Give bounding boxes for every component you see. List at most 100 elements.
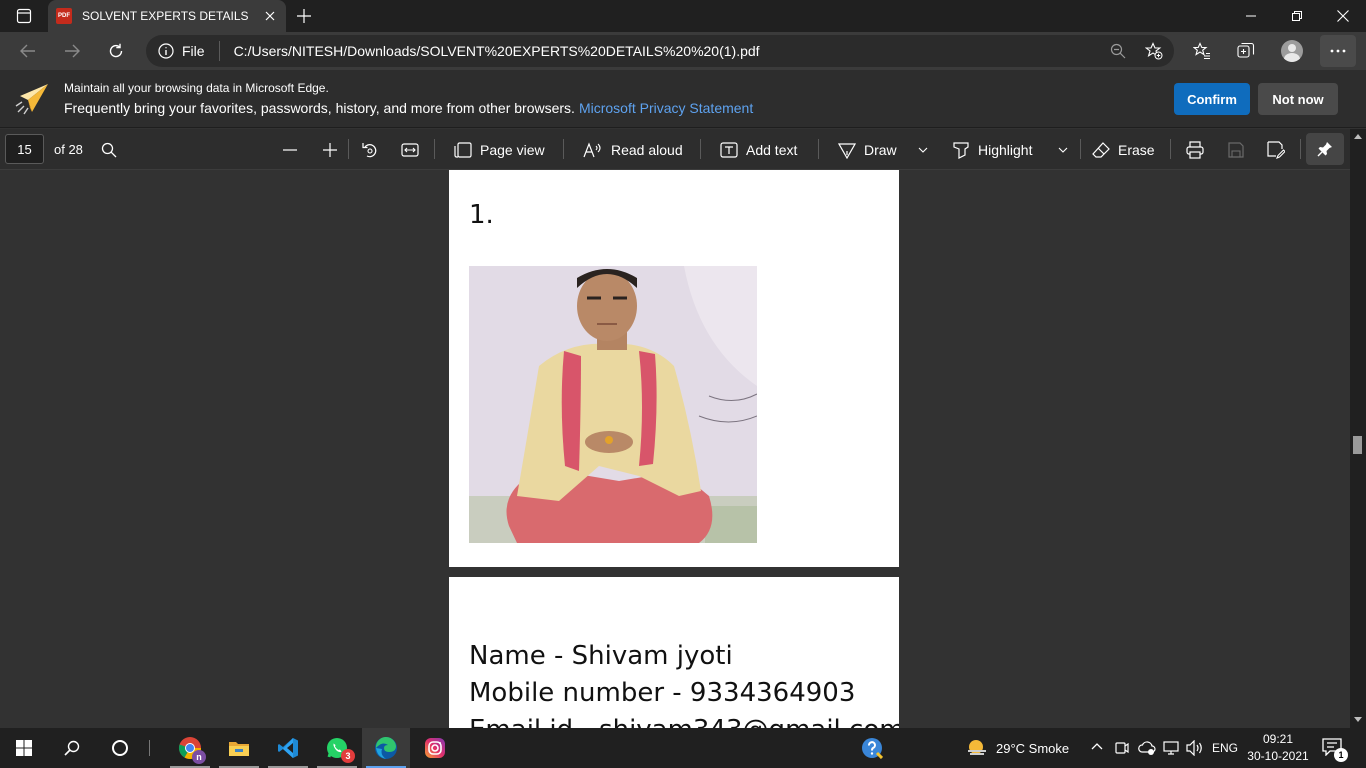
search-button[interactable] (48, 728, 96, 768)
cortana-ring-icon (112, 740, 128, 756)
avatar (1281, 40, 1303, 62)
add-text-button[interactable]: Add text (720, 136, 797, 164)
edge-app[interactable] (362, 728, 410, 768)
url-scheme-label: File (182, 43, 205, 59)
more-horizontal-icon (1330, 49, 1346, 53)
favorites-list-icon (1193, 42, 1210, 60)
email-line: Email id - shivam343@gmail.com (469, 715, 899, 728)
save-as-button[interactable] (1264, 138, 1288, 162)
url-text[interactable]: C:/Users/NITESH/Downloads/SOLVENT%20EXPE… (234, 43, 760, 59)
zoom-out-button[interactable] (278, 138, 302, 162)
pin-toolbar-button[interactable] (1306, 133, 1344, 165)
browser-tab[interactable]: PDF SOLVENT EXPERTS DETAILS (1).pdf (48, 0, 286, 32)
zoom-out-indicator[interactable] (1108, 41, 1128, 61)
read-aloud-label: Read aloud (611, 142, 683, 158)
tab-actions-icon (16, 8, 32, 24)
rotate-button[interactable] (358, 138, 382, 162)
address-bar[interactable]: File C:/Users/NITESH/Downloads/SOLVENT%2… (146, 35, 1174, 67)
star-add-icon (1145, 42, 1163, 60)
search-icon (101, 142, 117, 158)
cloud-sync-icon[interactable] (1138, 740, 1156, 756)
banner-heading: Maintain all your browsing data in Micro… (64, 81, 329, 95)
privacy-statement-link[interactable]: Microsoft Privacy Statement (579, 100, 753, 116)
vertical-scrollbar[interactable] (1350, 129, 1366, 728)
chrome-app[interactable]: n (166, 728, 214, 768)
minus-icon (283, 149, 297, 151)
zoom-in-button[interactable] (318, 138, 342, 162)
settings-and-more-button[interactable] (1320, 35, 1356, 67)
confirm-button[interactable]: Confirm (1174, 83, 1250, 115)
edge-icon (375, 736, 397, 759)
save-icon (1228, 142, 1244, 158)
paper-plane-icon (14, 82, 50, 116)
highlighter-icon (953, 142, 969, 159)
action-center-button[interactable]: 1 (1322, 738, 1348, 762)
print-button[interactable] (1183, 138, 1207, 162)
save-button[interactable] (1224, 138, 1248, 162)
show-hidden-icons-button[interactable] (1091, 742, 1103, 750)
toolbar-divider (434, 139, 435, 159)
scroll-up-arrow[interactable] (1350, 129, 1366, 143)
minimize-button[interactable] (1228, 0, 1274, 32)
network-icon[interactable] (1162, 740, 1180, 756)
refresh-button[interactable] (100, 35, 132, 67)
restore-button[interactable] (1274, 0, 1320, 32)
pin-icon (1317, 142, 1332, 157)
title-bar: PDF SOLVENT EXPERTS DETAILS (1).pdf (0, 0, 1366, 32)
forward-button[interactable] (56, 35, 88, 67)
weather-text[interactable]: 29°C Smoke (996, 741, 1069, 756)
highlight-options-dropdown[interactable] (1051, 138, 1075, 162)
input-language[interactable]: ENG (1212, 741, 1238, 755)
collections-button[interactable] (1230, 35, 1262, 67)
import-data-banner: Maintain all your browsing data in Micro… (0, 70, 1366, 128)
instagram-app[interactable] (411, 728, 459, 768)
read-aloud-button[interactable]: Read aloud (583, 136, 683, 164)
tab-title: SOLVENT EXPERTS DETAILS (1).pdf (82, 9, 252, 23)
not-now-button[interactable]: Not now (1258, 83, 1338, 115)
cortana-button[interactable] (96, 728, 144, 768)
meet-now-icon[interactable] (1115, 740, 1129, 756)
collections-icon (1237, 42, 1255, 58)
site-info-button[interactable]: File (158, 41, 220, 61)
help-app[interactable] (848, 728, 896, 768)
favorites-button[interactable] (1186, 35, 1218, 67)
page-count-label: of 28 (54, 142, 83, 157)
chevron-down-icon (918, 147, 928, 153)
vscode-app[interactable] (264, 728, 312, 768)
erase-label: Erase (1118, 142, 1155, 158)
back-button[interactable] (12, 35, 44, 67)
fit-to-width-button[interactable] (398, 138, 422, 162)
highlight-button[interactable]: Highlight (952, 136, 1032, 164)
whatsapp-app[interactable]: 3 (313, 728, 361, 768)
restore-icon (1292, 11, 1302, 21)
toolbar-divider (1300, 139, 1301, 159)
page-view-button[interactable]: Page view (454, 136, 545, 164)
person-photo (469, 266, 757, 543)
profile-button[interactable] (1276, 35, 1308, 67)
entry-number: 1. (469, 200, 494, 230)
clock[interactable]: 09:21 30-10-2021 (1246, 731, 1310, 765)
close-window-button[interactable] (1320, 0, 1366, 32)
smoke-weather-icon (968, 740, 986, 755)
page-number-input[interactable] (5, 134, 44, 164)
tab-actions-menu[interactable] (8, 4, 40, 28)
find-button[interactable] (97, 138, 121, 162)
start-button[interactable] (0, 728, 48, 768)
scrollbar-thumb[interactable] (1353, 436, 1362, 454)
tab-close-button[interactable] (262, 8, 278, 24)
navigation-bar: File C:/Users/NITESH/Downloads/SOLVENT%2… (0, 32, 1366, 70)
erase-button[interactable]: Erase (1092, 136, 1155, 164)
close-icon (1337, 10, 1349, 22)
banner-message: Frequently bring your favorites, passwor… (64, 100, 753, 116)
eraser-icon (1092, 142, 1110, 158)
file-explorer-app[interactable] (215, 728, 263, 768)
new-tab-button[interactable] (292, 4, 316, 28)
weather-widget[interactable] (966, 738, 988, 758)
toolbar-divider (1170, 139, 1171, 159)
notification-count-badge: 1 (1334, 748, 1348, 762)
scroll-down-arrow[interactable] (1350, 712, 1366, 726)
add-favorite-button[interactable] (1144, 41, 1164, 61)
draw-options-dropdown[interactable] (911, 138, 935, 162)
volume-icon[interactable] (1186, 740, 1204, 756)
draw-button[interactable]: Draw (838, 136, 897, 164)
